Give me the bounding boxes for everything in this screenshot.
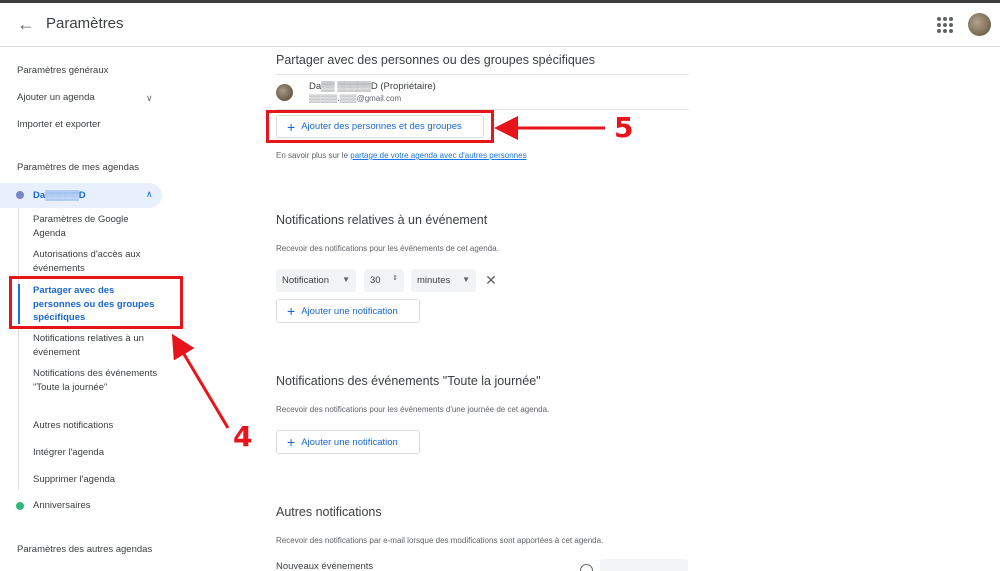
annotation-highlight-sidebar [9, 276, 183, 329]
allday-notifications-heading: Notifications des événements "Toute la j… [276, 374, 541, 388]
calendar-item-selected[interactable]: Da▒▒▒▒▒D ∧ [0, 183, 162, 208]
calendar-name: Da▒▒▒▒▒D [33, 190, 86, 201]
learn-more-link[interactable]: partage de votre agenda avec d'autres pe… [350, 151, 526, 160]
new-events-select[interactable] [600, 559, 688, 571]
add-allday-notification-button[interactable]: + Ajouter une notification [276, 430, 420, 454]
other-notifications-description: Recevoir des notifications par e-mail lo… [276, 536, 604, 545]
add-event-notification-button[interactable]: + Ajouter une notification [276, 299, 420, 323]
sidebar-item-access-permissions[interactable]: Autorisations d'accès aux événements [33, 248, 158, 275]
notification-amount-stepper[interactable]: 30 ⇕ [364, 269, 404, 292]
notification-unit-select[interactable]: minutes ▼ [411, 269, 476, 292]
other-calendars-heading: Paramètres des autres agendas [17, 544, 153, 555]
other-notifications-heading: Autres notifications [276, 505, 382, 519]
notification-type-value: Notification [282, 275, 329, 286]
event-notifications-description: Recevoir des notifications pour les évén… [276, 244, 499, 253]
stepper-icon[interactable]: ⇕ [392, 274, 398, 282]
app-header: ← Paramètres [0, 3, 1000, 47]
my-calendars-heading: Paramètres de mes agendas [17, 162, 139, 173]
notification-amount-value: 30 [370, 275, 381, 286]
nav-add-calendar[interactable]: Ajouter un agenda [17, 92, 95, 103]
annotation-highlight-button [266, 110, 494, 143]
notification-unit-value: minutes [417, 275, 451, 286]
calendar-color-dot [16, 191, 24, 199]
owner-name: Da▒▒ ▒▒▒▒▒D (Propriétaire) [309, 81, 436, 92]
sidebar-item-allday-notifications[interactable]: Notifications des événements "Toute la j… [33, 367, 158, 394]
chevron-down-icon[interactable]: ∨ [146, 93, 153, 104]
arrow-left-icon[interactable]: ← [14, 12, 38, 36]
account-avatar[interactable] [968, 13, 991, 36]
close-icon[interactable]: ✕ [484, 272, 498, 288]
caret-down-icon: ▼ [342, 275, 350, 284]
annotation-label-4: 4 [233, 420, 253, 453]
tree-line [18, 208, 19, 490]
share-heading: Partager avec des personnes ou des group… [276, 53, 595, 67]
divider [276, 74, 689, 75]
nav-general-settings[interactable]: Paramètres généraux [17, 65, 108, 76]
owner-email: ▒▒▒▒▒.▒▒▒@gmail.com [309, 94, 402, 103]
sidebar-item-calendar-settings[interactable]: Paramètres de Google Agenda [33, 213, 158, 240]
help-icon[interactable] [580, 564, 593, 571]
learn-more-text: En savoir plus sur le partage de votre a… [276, 151, 527, 160]
sidebar-item-integrate[interactable]: Intégrer l'agenda [33, 446, 158, 460]
sidebar-item-event-notifications[interactable]: Notifications relatives à un événement [33, 332, 158, 359]
new-events-label: Nouveaux événements [276, 561, 374, 571]
owner-avatar [276, 84, 293, 101]
apps-grid-icon[interactable] [935, 15, 955, 35]
event-notifications-heading: Notifications relatives à un événement [276, 213, 488, 227]
chevron-up-icon[interactable]: ∧ [146, 189, 153, 200]
page-title: Paramètres [46, 15, 124, 32]
notification-type-select[interactable]: Notification ▼ [276, 269, 356, 292]
learn-more-prefix: En savoir plus sur le [276, 151, 351, 160]
plus-icon: + [287, 434, 296, 450]
nav-import-export[interactable]: Importer et exporter [17, 119, 100, 130]
add-allday-notification-label: Ajouter une notification [301, 436, 398, 448]
plus-icon: + [287, 303, 296, 319]
sidebar-item-birthdays[interactable]: Anniversaires [33, 500, 91, 511]
allday-notifications-description: Recevoir des notifications pour les évén… [276, 405, 550, 414]
annotation-label-5: 5 [614, 111, 634, 144]
sidebar-item-other-notifications[interactable]: Autres notifications [33, 419, 158, 433]
add-event-notification-label: Ajouter une notification [301, 305, 398, 317]
sidebar-item-delete[interactable]: Supprimer l'agenda [33, 473, 158, 487]
caret-down-icon: ▼ [462, 275, 470, 284]
birthdays-color-dot [16, 502, 24, 510]
